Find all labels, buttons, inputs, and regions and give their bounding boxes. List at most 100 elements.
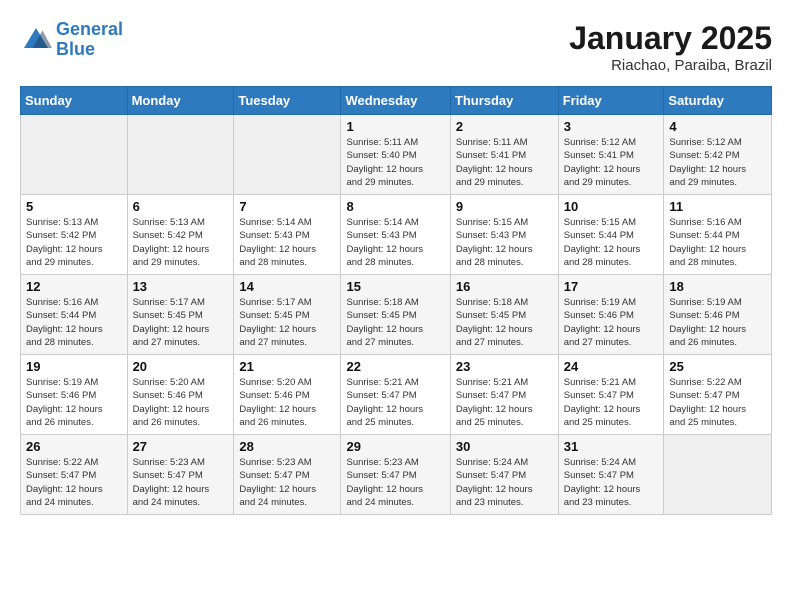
calendar-cell: 21Sunrise: 5:20 AM Sunset: 5:46 PM Dayli…: [234, 355, 341, 435]
day-number: 25: [669, 359, 766, 374]
column-header-sunday: Sunday: [21, 87, 128, 115]
day-info: Sunrise: 5:23 AM Sunset: 5:47 PM Dayligh…: [346, 456, 444, 509]
calendar-cell: 16Sunrise: 5:18 AM Sunset: 5:45 PM Dayli…: [450, 275, 558, 355]
logo: General Blue: [20, 20, 123, 60]
day-number: 7: [239, 199, 335, 214]
calendar-cell: 6 Sunrise: 5:13 AM Sunset: 5:42 PM Daylig…: [127, 195, 234, 275]
day-info: Sunrise: 5:11 AM Sunset: 5:40 PM Dayligh…: [346, 136, 444, 189]
calendar-cell: 11 Sunrise: 5:16 AM Sunset: 5:44 PM Dayli…: [664, 195, 772, 275]
day-number: 19: [26, 359, 122, 374]
day-number: 30: [456, 439, 553, 454]
calendar-week-row: 1 Sunrise: 5:11 AM Sunset: 5:40 PM Daylig…: [21, 115, 772, 195]
day-number: 5: [26, 199, 122, 214]
calendar-cell: [664, 435, 772, 515]
column-header-thursday: Thursday: [450, 87, 558, 115]
calendar-cell: 5 Sunrise: 5:13 AM Sunset: 5:42 PM Daylig…: [21, 195, 128, 275]
day-number: 31: [564, 439, 659, 454]
day-number: 28: [239, 439, 335, 454]
day-number: 10: [564, 199, 659, 214]
column-header-tuesday: Tuesday: [234, 87, 341, 115]
day-info: Sunrise: 5:13 AM Sunset: 5:42 PM Dayligh…: [133, 216, 229, 269]
day-info: Sunrise: 5:19 AM Sunset: 5:46 PM Dayligh…: [669, 296, 766, 349]
day-number: 6: [133, 199, 229, 214]
day-info: Sunrise: 5:12 AM Sunset: 5:42 PM Dayligh…: [669, 136, 766, 189]
day-number: 29: [346, 439, 444, 454]
day-number: 4: [669, 119, 766, 134]
day-number: 27: [133, 439, 229, 454]
day-info: Sunrise: 5:19 AM Sunset: 5:46 PM Dayligh…: [564, 296, 659, 349]
calendar-week-row: 26Sunrise: 5:22 AM Sunset: 5:47 PM Dayli…: [21, 435, 772, 515]
calendar-cell: 26Sunrise: 5:22 AM Sunset: 5:47 PM Dayli…: [21, 435, 128, 515]
calendar-cell: 30Sunrise: 5:24 AM Sunset: 5:47 PM Dayli…: [450, 435, 558, 515]
day-number: 16: [456, 279, 553, 294]
header: General Blue January 2025 Riachao, Parai…: [20, 20, 772, 74]
calendar-cell: 7 Sunrise: 5:14 AM Sunset: 5:43 PM Daylig…: [234, 195, 341, 275]
day-info: Sunrise: 5:20 AM Sunset: 5:46 PM Dayligh…: [239, 376, 335, 429]
calendar-cell: 9Sunrise: 5:15 AM Sunset: 5:43 PM Daylig…: [450, 195, 558, 275]
day-number: 2: [456, 119, 553, 134]
calendar-cell: 28Sunrise: 5:23 AM Sunset: 5:47 PM Dayli…: [234, 435, 341, 515]
calendar-cell: [127, 115, 234, 195]
logo-blue: Blue: [56, 39, 95, 59]
day-info: Sunrise: 5:13 AM Sunset: 5:42 PM Dayligh…: [26, 216, 122, 269]
calendar-cell: 8Sunrise: 5:14 AM Sunset: 5:43 PM Daylig…: [341, 195, 450, 275]
day-info: Sunrise: 5:17 AM Sunset: 5:45 PM Dayligh…: [133, 296, 229, 349]
day-info: Sunrise: 5:16 AM Sunset: 5:44 PM Dayligh…: [26, 296, 122, 349]
day-info: Sunrise: 5:15 AM Sunset: 5:44 PM Dayligh…: [564, 216, 659, 269]
calendar-cell: [234, 115, 341, 195]
calendar-cell: 19 Sunrise: 5:19 AM Sunset: 5:46 PM Dayli…: [21, 355, 128, 435]
day-number: 18: [669, 279, 766, 294]
column-header-wednesday: Wednesday: [341, 87, 450, 115]
day-info: Sunrise: 5:12 AM Sunset: 5:41 PM Dayligh…: [564, 136, 659, 189]
calendar-cell: 14 Sunrise: 5:17 AM Sunset: 5:45 PM Dayli…: [234, 275, 341, 355]
day-number: 24: [564, 359, 659, 374]
day-info: Sunrise: 5:17 AM Sunset: 5:45 PM Dayligh…: [239, 296, 335, 349]
day-number: 9: [456, 199, 553, 214]
logo-text: General Blue: [56, 20, 123, 60]
calendar-cell: 10 Sunrise: 5:15 AM Sunset: 5:44 PM Dayli…: [558, 195, 664, 275]
day-info: Sunrise: 5:21 AM Sunset: 5:47 PM Dayligh…: [346, 376, 444, 429]
calendar-title: January 2025: [569, 20, 772, 57]
calendar-header-row: SundayMondayTuesdayWednesdayThursdayFrid…: [21, 87, 772, 115]
calendar-cell: 3 Sunrise: 5:12 AM Sunset: 5:41 PM Daylig…: [558, 115, 664, 195]
calendar-week-row: 19 Sunrise: 5:19 AM Sunset: 5:46 PM Dayli…: [21, 355, 772, 435]
day-number: 14: [239, 279, 335, 294]
calendar-table: SundayMondayTuesdayWednesdayThursdayFrid…: [20, 86, 772, 515]
day-info: Sunrise: 5:21 AM Sunset: 5:47 PM Dayligh…: [456, 376, 553, 429]
column-header-monday: Monday: [127, 87, 234, 115]
day-info: Sunrise: 5:24 AM Sunset: 5:47 PM Dayligh…: [564, 456, 659, 509]
day-info: Sunrise: 5:21 AM Sunset: 5:47 PM Dayligh…: [564, 376, 659, 429]
day-info: Sunrise: 5:22 AM Sunset: 5:47 PM Dayligh…: [669, 376, 766, 429]
day-number: 17: [564, 279, 659, 294]
day-info: Sunrise: 5:16 AM Sunset: 5:44 PM Dayligh…: [669, 216, 766, 269]
calendar-cell: 4 Sunrise: 5:12 AM Sunset: 5:42 PM Daylig…: [664, 115, 772, 195]
day-number: 22: [346, 359, 444, 374]
day-info: Sunrise: 5:22 AM Sunset: 5:47 PM Dayligh…: [26, 456, 122, 509]
calendar-cell: 2Sunrise: 5:11 AM Sunset: 5:41 PM Daylig…: [450, 115, 558, 195]
logo-general: General: [56, 19, 123, 39]
day-number: 13: [133, 279, 229, 294]
calendar-cell: 1 Sunrise: 5:11 AM Sunset: 5:40 PM Daylig…: [341, 115, 450, 195]
calendar-cell: 22 Sunrise: 5:21 AM Sunset: 5:47 PM Dayli…: [341, 355, 450, 435]
calendar-cell: 20Sunrise: 5:20 AM Sunset: 5:46 PM Dayli…: [127, 355, 234, 435]
day-number: 12: [26, 279, 122, 294]
calendar-cell: 15Sunrise: 5:18 AM Sunset: 5:45 PM Dayli…: [341, 275, 450, 355]
day-info: Sunrise: 5:14 AM Sunset: 5:43 PM Dayligh…: [346, 216, 444, 269]
calendar-subtitle: Riachao, Paraiba, Brazil: [569, 57, 772, 74]
calendar-cell: [21, 115, 128, 195]
day-info: Sunrise: 5:20 AM Sunset: 5:46 PM Dayligh…: [133, 376, 229, 429]
calendar-cell: 29 Sunrise: 5:23 AM Sunset: 5:47 PM Dayli…: [341, 435, 450, 515]
day-number: 1: [346, 119, 444, 134]
day-number: 11: [669, 199, 766, 214]
calendar-cell: 31 Sunrise: 5:24 AM Sunset: 5:47 PM Dayli…: [558, 435, 664, 515]
day-number: 3: [564, 119, 659, 134]
calendar-cell: 25 Sunrise: 5:22 AM Sunset: 5:47 PM Dayli…: [664, 355, 772, 435]
column-header-friday: Friday: [558, 87, 664, 115]
day-info: Sunrise: 5:14 AM Sunset: 5:43 PM Dayligh…: [239, 216, 335, 269]
column-header-saturday: Saturday: [664, 87, 772, 115]
calendar-cell: 23Sunrise: 5:21 AM Sunset: 5:47 PM Dayli…: [450, 355, 558, 435]
day-info: Sunrise: 5:19 AM Sunset: 5:46 PM Dayligh…: [26, 376, 122, 429]
calendar-cell: 12 Sunrise: 5:16 AM Sunset: 5:44 PM Dayli…: [21, 275, 128, 355]
day-info: Sunrise: 5:18 AM Sunset: 5:45 PM Dayligh…: [346, 296, 444, 349]
calendar-cell: 17 Sunrise: 5:19 AM Sunset: 5:46 PM Dayli…: [558, 275, 664, 355]
